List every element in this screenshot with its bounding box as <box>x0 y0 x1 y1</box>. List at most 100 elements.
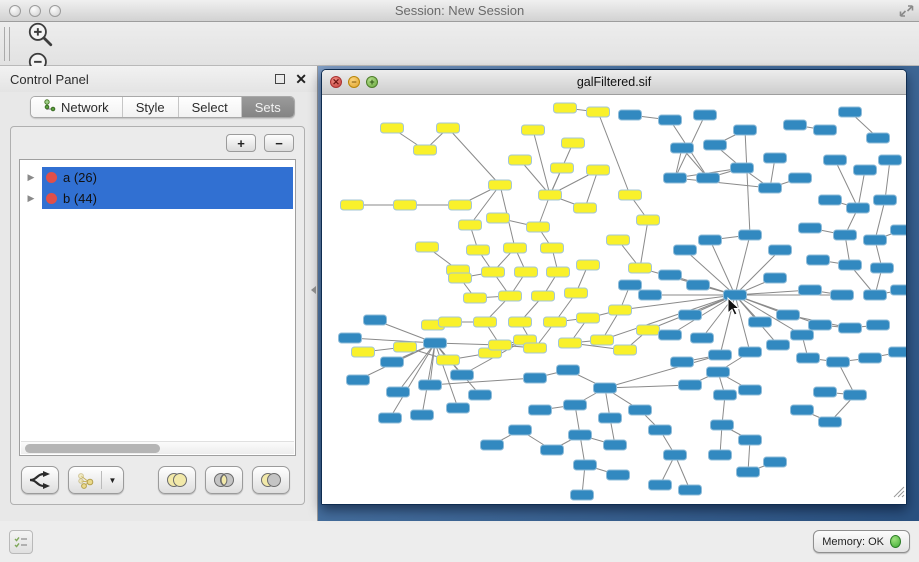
graph-node[interactable] <box>711 420 734 430</box>
graph-node[interactable] <box>694 110 717 120</box>
graph-node[interactable] <box>394 342 417 352</box>
graph-node[interactable] <box>619 190 642 200</box>
graph-node[interactable] <box>671 143 694 153</box>
difference-sets-button[interactable] <box>252 466 290 494</box>
graph-node[interactable] <box>797 353 820 363</box>
graph-node[interactable] <box>414 145 437 155</box>
graph-node[interactable] <box>874 195 897 205</box>
graph-node[interactable] <box>847 203 870 213</box>
graph-node[interactable] <box>731 163 754 173</box>
graph-node[interactable] <box>891 285 907 295</box>
graph-node[interactable] <box>424 338 447 348</box>
graph-node[interactable] <box>764 153 787 163</box>
graph-node[interactable] <box>509 155 532 165</box>
graph-node[interactable] <box>524 343 547 353</box>
graph-node[interactable] <box>474 317 497 327</box>
float-panel-icon[interactable] <box>275 74 285 84</box>
graph-node[interactable] <box>564 400 587 410</box>
graph-node[interactable] <box>467 245 490 255</box>
graph-node[interactable] <box>604 440 627 450</box>
graph-node[interactable] <box>777 310 800 320</box>
tab-network[interactable]: Network <box>31 97 122 117</box>
tab-sets[interactable]: Sets <box>241 97 294 117</box>
graph-node[interactable] <box>339 333 362 343</box>
graph-node[interactable] <box>449 273 472 283</box>
set-item-selection[interactable]: a (26) <box>42 167 293 188</box>
graph-node[interactable] <box>674 245 697 255</box>
graph-node[interactable] <box>554 103 577 113</box>
graph-node[interactable] <box>565 288 588 298</box>
network-window[interactable]: ✕ − + galFiltered.sif <box>321 69 907 505</box>
graph-node[interactable] <box>387 387 410 397</box>
graph-node[interactable] <box>532 291 555 301</box>
graph-node[interactable] <box>419 380 442 390</box>
graph-node[interactable] <box>739 385 762 395</box>
tab-select[interactable]: Select <box>178 97 241 117</box>
graph-node[interactable] <box>679 310 702 320</box>
graph-node[interactable] <box>629 405 652 415</box>
graph-node[interactable] <box>809 320 832 330</box>
graph-node[interactable] <box>527 222 550 232</box>
graph-node[interactable] <box>524 373 547 383</box>
graph-node[interactable] <box>577 313 600 323</box>
graph-node[interactable] <box>864 290 887 300</box>
graph-node[interactable] <box>764 273 787 283</box>
graph-node[interactable] <box>559 338 582 348</box>
graph-node[interactable] <box>609 305 632 315</box>
graph-node[interactable] <box>691 333 714 343</box>
add-set-button[interactable]: + <box>226 134 256 152</box>
intersection-sets-button[interactable] <box>205 466 243 494</box>
graph-node[interactable] <box>529 405 552 415</box>
graph-node[interactable] <box>759 183 782 193</box>
graph-node[interactable] <box>469 390 492 400</box>
graph-node[interactable] <box>834 230 857 240</box>
graph-node[interactable] <box>814 125 837 135</box>
graph-node[interactable] <box>864 235 887 245</box>
graph-node[interactable] <box>739 230 762 240</box>
graph-node[interactable] <box>831 290 854 300</box>
graph-node[interactable] <box>607 470 630 480</box>
graph-node[interactable] <box>687 280 710 290</box>
memory-status-button[interactable]: Memory: OK <box>813 530 910 553</box>
graph-node[interactable] <box>659 115 682 125</box>
graph-node[interactable] <box>569 430 592 440</box>
graph-node[interactable] <box>824 155 847 165</box>
graph-node[interactable] <box>347 375 370 385</box>
graph-node[interactable] <box>449 200 472 210</box>
graph-node[interactable] <box>671 357 694 367</box>
split-sets-button[interactable] <box>21 466 59 494</box>
set-list-item[interactable]: ▶b (44) <box>20 188 295 209</box>
graph-node[interactable] <box>487 213 510 223</box>
graph-node[interactable] <box>799 223 822 233</box>
graph-node[interactable] <box>541 445 564 455</box>
graph-node[interactable] <box>541 243 564 253</box>
graph-node[interactable] <box>697 173 720 183</box>
graph-node[interactable] <box>784 120 807 130</box>
graph-node[interactable] <box>571 490 594 500</box>
graph-node[interactable] <box>551 163 574 173</box>
graph-node[interactable] <box>437 355 460 365</box>
graph-node[interactable] <box>679 485 702 495</box>
graph-node[interactable] <box>649 425 672 435</box>
graph-node[interactable] <box>679 380 702 390</box>
graph-node[interactable] <box>637 325 660 335</box>
expander-icon[interactable]: ▶ <box>20 193 42 204</box>
graph-node[interactable] <box>871 263 894 273</box>
graph-node[interactable] <box>499 291 522 301</box>
graph-node[interactable] <box>749 317 772 327</box>
graph-node[interactable] <box>867 133 890 143</box>
set-item-selection[interactable]: b (44) <box>42 188 293 209</box>
remove-set-button[interactable]: − <box>264 134 294 152</box>
union-sets-button[interactable] <box>158 466 196 494</box>
resize-grip-icon[interactable] <box>892 485 905 503</box>
graph-node[interactable] <box>659 330 682 340</box>
graph-node[interactable] <box>394 200 417 210</box>
graph-node[interactable] <box>714 390 737 400</box>
graph-node[interactable] <box>709 350 732 360</box>
network-window-titlebar[interactable]: ✕ − + galFiltered.sif <box>322 70 906 95</box>
graph-node[interactable] <box>515 267 538 277</box>
graph-node[interactable] <box>381 357 404 367</box>
graph-node[interactable] <box>629 263 652 273</box>
graph-node[interactable] <box>839 260 862 270</box>
graph-node[interactable] <box>789 173 812 183</box>
